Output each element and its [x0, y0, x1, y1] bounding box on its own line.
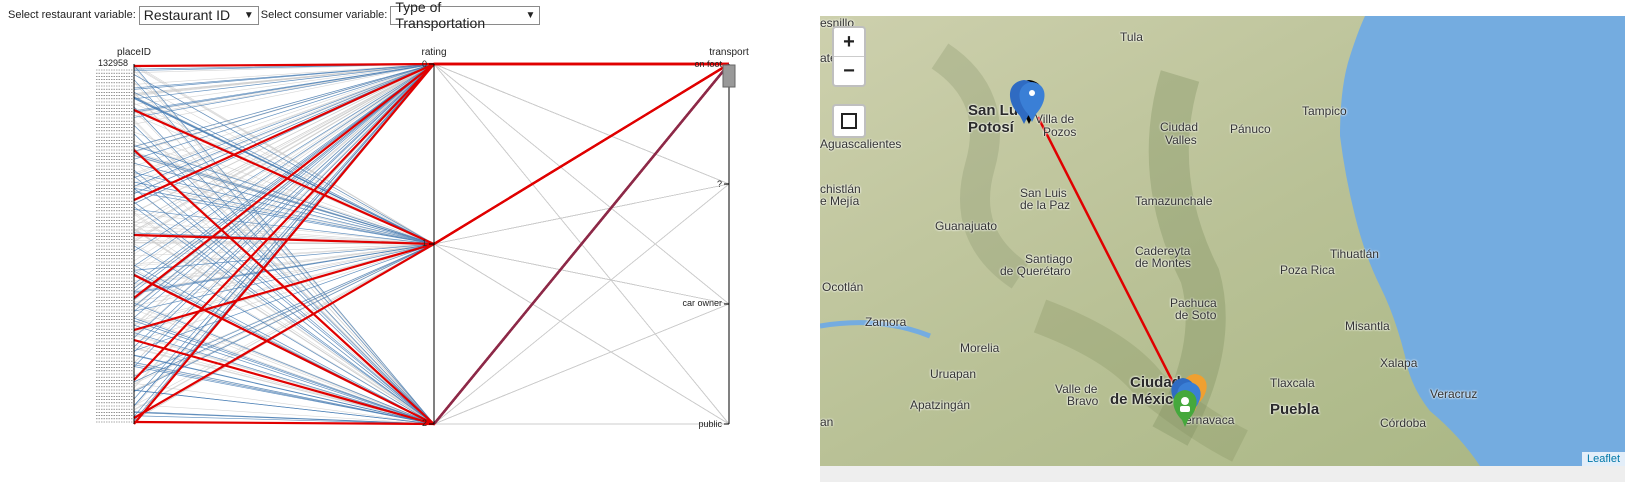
background-line: [133, 223, 730, 425]
background-line: [133, 63, 730, 245]
background-line: [133, 242, 730, 425]
selected-line: [133, 63, 729, 252]
map-footer-strip: [820, 466, 1625, 482]
background-line: [133, 63, 730, 245]
placeid-tick-top: 132958: [98, 58, 128, 68]
background-line: [133, 63, 730, 245]
selected-line: [133, 63, 730, 245]
transport-tick-car-owner: car owner: [682, 298, 722, 308]
transport-tick-unknown: ?: [717, 179, 722, 189]
consumer-variable-select[interactable]: Type of Transportation ▼: [390, 0, 541, 31]
transport-brush[interactable]: [722, 64, 736, 88]
background-line: [133, 63, 730, 245]
selected-line: [133, 63, 729, 417]
rating-tick-0: 0: [422, 59, 427, 69]
parallel-coordinates-plot[interactable]: placeID rating transport 132958 0 1 2 on…: [0, 40, 790, 450]
restaurant-variable-value: Restaurant ID: [143, 7, 231, 23]
controls-bar: Select restaurant variable: Restaurant I…: [8, 0, 542, 31]
rating-tick-1: 1: [422, 238, 427, 248]
selected-line: [133, 63, 729, 112]
selected-line: [133, 63, 729, 118]
transport-tick-on-foot: on foot: [694, 59, 722, 69]
background-line: [133, 63, 730, 245]
background-line: [133, 63, 730, 245]
background-line: [133, 131, 730, 305]
selected-line: [133, 63, 730, 245]
placeid-ticks: [96, 69, 134, 423]
chevron-down-icon: ▼: [525, 9, 536, 21]
selected-line: [133, 63, 730, 245]
fullscreen-button[interactable]: [832, 104, 866, 138]
background-line: [133, 63, 730, 245]
zoom-in-button[interactable]: +: [834, 28, 864, 57]
selected-line: [133, 63, 730, 245]
map-view[interactable]: esnilloTulaatecasSan LuisPotosíVilla deP…: [820, 16, 1625, 466]
highlighted-line: [133, 63, 730, 246]
consumer-variable-value: Type of Transportation: [395, 0, 486, 31]
selected-line: [133, 63, 730, 245]
highlighted-line: [133, 63, 730, 332]
selected-line: [133, 63, 730, 245]
consumer-variable-label: Select consumer variable:: [260, 9, 388, 21]
highlighted-line: [133, 63, 730, 246]
selected-line: [133, 63, 730, 245]
zoom-control: + −: [832, 26, 866, 87]
selected-line: [133, 63, 729, 267]
background-line: [133, 63, 730, 389]
rating-tick-2: 2: [422, 418, 427, 428]
marker-cluster-sanluis[interactable]: [1009, 80, 1045, 124]
selected-line: [133, 63, 730, 245]
background-line: [133, 243, 730, 307]
selected-line: [133, 63, 730, 245]
leaflet-attribution-link[interactable]: Leaflet: [1581, 452, 1625, 466]
background-line: [133, 63, 730, 241]
background-line: [133, 63, 730, 383]
selected-line: [133, 63, 730, 245]
selected-line: [133, 63, 729, 367]
background-line: [133, 63, 730, 243]
restaurant-variable-label: Select restaurant variable:: [8, 9, 136, 21]
transport-tick-public: public: [698, 419, 722, 429]
marker-cluster-cdmx[interactable]: [1171, 374, 1207, 427]
axis-title-rating: rating: [421, 47, 446, 58]
selected-line: [133, 63, 729, 147]
restaurant-variable-select[interactable]: Restaurant ID ▼: [138, 5, 259, 25]
selected-line: [133, 63, 730, 245]
chevron-down-icon: ▼: [243, 9, 254, 21]
selected-line: [133, 63, 730, 245]
axes: placeID rating transport 132958 0 1 2 on…: [96, 47, 749, 429]
person-icon: [1181, 397, 1189, 405]
selected-line: [133, 63, 730, 245]
background-line: [133, 114, 730, 425]
selected-line: [133, 63, 730, 245]
selected-line: [133, 63, 729, 113]
background-line: [133, 243, 730, 425]
background-line: [133, 81, 729, 425]
selected-line: [133, 63, 729, 152]
selected-line: [133, 63, 730, 245]
marker-icon: [1029, 90, 1035, 96]
selected-line: [133, 63, 729, 100]
axis-title-transport: transport: [709, 47, 749, 58]
fullscreen-icon: [841, 113, 849, 121]
selected-line: [133, 63, 730, 245]
axis-title-placeid: placeID: [117, 47, 151, 58]
zoom-out-button[interactable]: −: [834, 57, 864, 85]
background-line: [133, 109, 729, 425]
